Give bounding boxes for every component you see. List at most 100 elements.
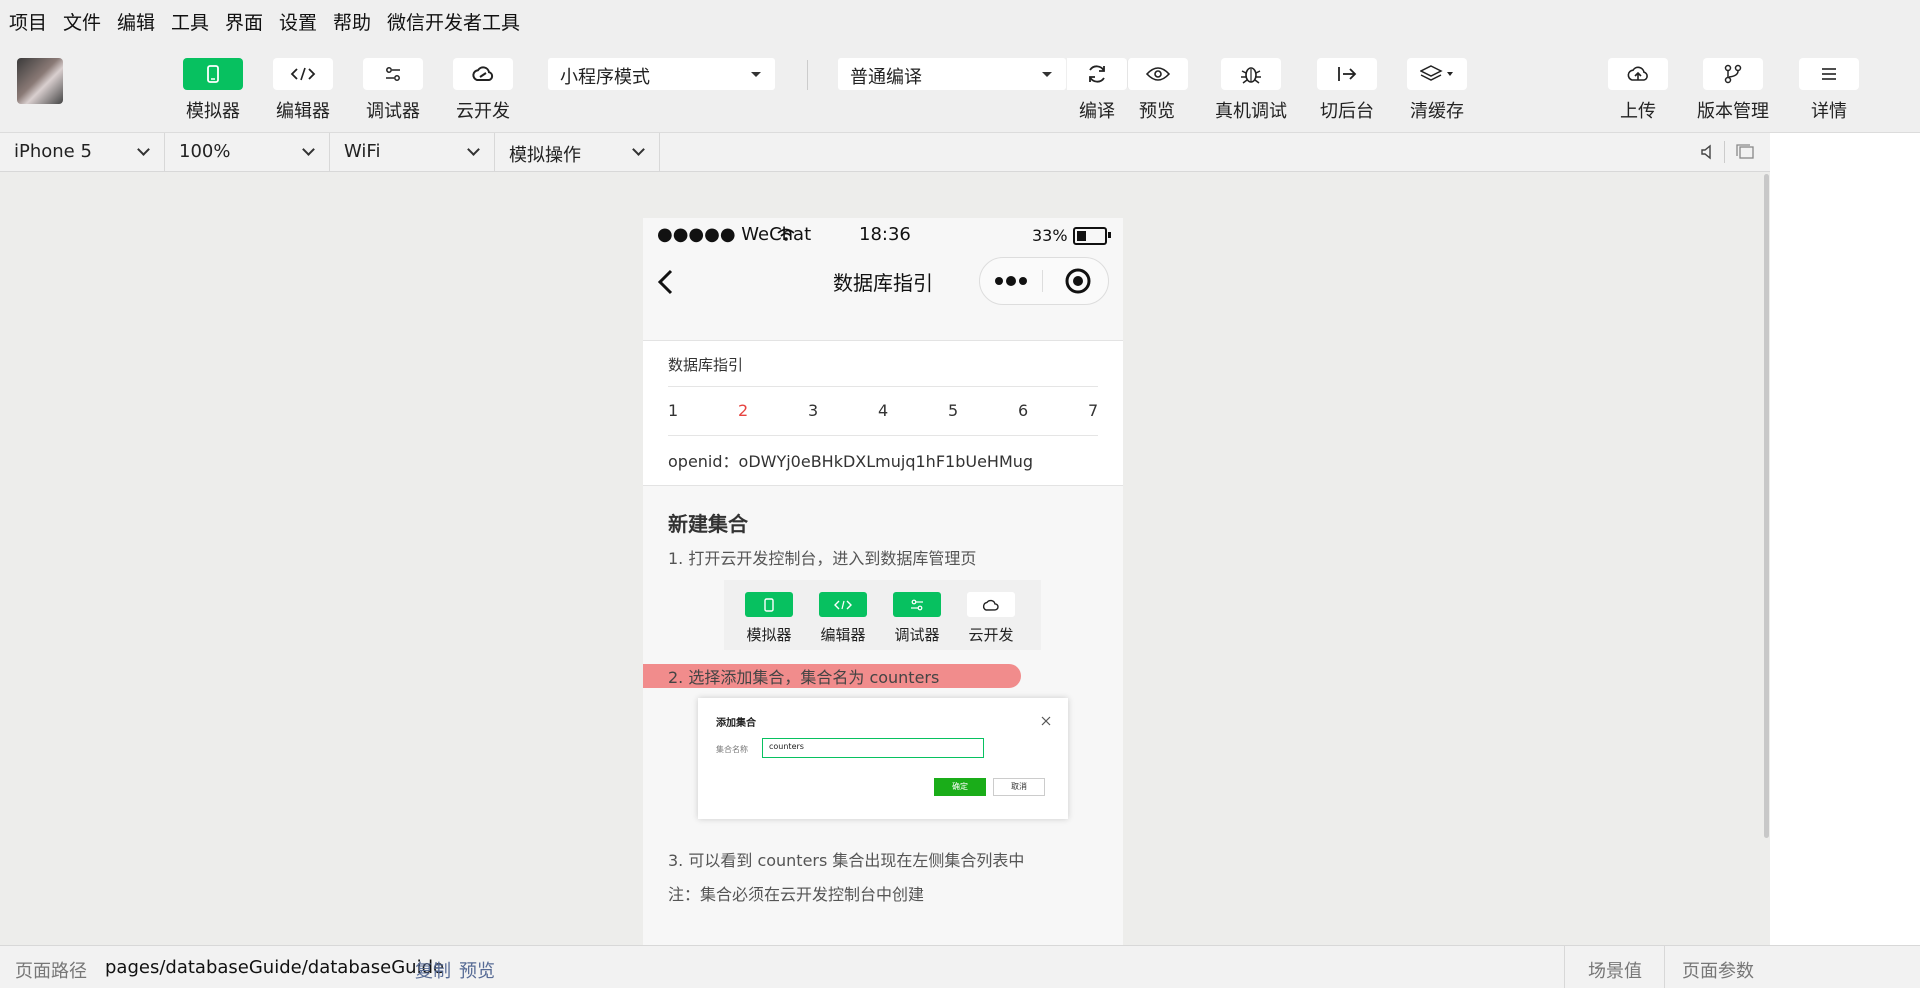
toolbar: 模拟器 编辑器 调试器 云开发 小程序模式 普通编译 编译 预览 真机调试 切后… [0, 40, 1920, 133]
mini-debugger-button [893, 592, 941, 617]
more-dots-icon[interactable] [994, 275, 1028, 287]
editor-button[interactable] [273, 58, 333, 90]
cloud-icon [472, 66, 494, 81]
step-1[interactable]: 1 [668, 401, 678, 420]
section-title: 新建集合 [668, 512, 748, 536]
step-text-2: 2. 选择添加集合，集合名为 counters [668, 668, 940, 687]
menu-view[interactable]: 界面 [225, 8, 263, 35]
battery-text: 33% [1032, 226, 1068, 245]
card-divider [668, 435, 1098, 436]
device-select-value: iPhone 5 [14, 141, 92, 162]
compile-select-value: 普通编译 [850, 67, 922, 88]
phone-icon [764, 597, 774, 612]
menu-tools[interactable]: 工具 [171, 8, 209, 35]
right-panel [1770, 133, 1920, 945]
eye-icon [1146, 67, 1170, 81]
capsule-menu [979, 257, 1109, 305]
upload-button[interactable] [1608, 58, 1668, 90]
step-6[interactable]: 6 [1018, 401, 1028, 420]
toolbar-divider [807, 60, 808, 90]
background-button[interactable] [1317, 58, 1377, 90]
zoom-select-value: 100% [179, 141, 231, 162]
bug-icon [1241, 67, 1261, 84]
dialog-ok-button: 确定 [934, 778, 986, 796]
step-4[interactable]: 4 [878, 401, 888, 420]
statusbar-divider [1564, 946, 1565, 988]
dialog-title: 添加集合 [716, 718, 756, 729]
menu-bar: 项目 文件 编辑 工具 界面 设置 帮助 微信开发者工具 [0, 0, 1920, 40]
mode-select[interactable]: 小程序模式 [548, 58, 775, 90]
copy-link[interactable]: 复制 [415, 957, 451, 983]
menu-settings[interactable]: 设置 [279, 8, 317, 35]
scrollbar[interactable] [1764, 174, 1769, 838]
debugger-icon [386, 67, 400, 81]
cloud-icon [982, 599, 999, 611]
device-bar: iPhone 5 100% WiFi 模拟操作 [0, 133, 1770, 172]
menu-icon [1822, 68, 1836, 80]
card-title: 数据库指引 [668, 356, 744, 374]
openid-text: openid：oDWYj0eBHkDXLmujq1hF1bUeHMug [668, 452, 1034, 471]
compile-button[interactable] [1067, 58, 1127, 90]
menu-wechat-devtools[interactable]: 微信开发者工具 [387, 8, 520, 35]
clear-cache-label: 清缓存 [1410, 101, 1464, 122]
step-3[interactable]: 3 [808, 401, 818, 420]
chevron-down-icon [137, 143, 150, 156]
step-2-active[interactable]: 2 [738, 401, 748, 420]
menu-file[interactable]: 文件 [63, 8, 101, 35]
code-icon [290, 67, 316, 81]
cloud-upload-icon [1627, 66, 1648, 81]
step-5[interactable]: 5 [948, 401, 958, 420]
menu-edit[interactable]: 编辑 [117, 8, 155, 35]
remote-debug-button[interactable] [1221, 58, 1281, 90]
details-button[interactable] [1799, 58, 1859, 90]
step-7[interactable]: 7 [1088, 401, 1098, 420]
capsule-divider [1042, 270, 1043, 292]
caret-down-icon [1042, 72, 1052, 77]
dialog-input-value: counters [769, 742, 804, 751]
page-path: pages/databaseGuide/databaseGuide [105, 957, 445, 978]
dialog-cancel-button: 取消 [993, 778, 1045, 796]
status-bar: 页面路径 pages/databaseGuide/databaseGuide 复… [0, 945, 1920, 988]
dialog-input: counters [762, 738, 984, 758]
menu-project[interactable]: 项目 [9, 8, 47, 35]
phone-screen: ●●●●● WeChat 18:36 33% 数据库指引 数据库指引 1 2 3… [643, 218, 1123, 945]
code-icon [834, 600, 852, 609]
mini-simulator-label: 模拟器 [746, 626, 792, 644]
compile-select[interactable]: 普通编译 [838, 58, 1066, 90]
clock-text: 18:36 [859, 224, 911, 245]
chevron-down-icon [632, 143, 645, 156]
network-select[interactable]: WiFi [330, 133, 495, 171]
card-divider [668, 386, 1098, 387]
version-button[interactable] [1703, 58, 1763, 90]
preview-link[interactable]: 预览 [459, 957, 495, 983]
note-text: 注：集合必须在云开发控制台中创建 [668, 885, 925, 904]
network-select-value: WiFi [344, 141, 381, 162]
branch-icon [1724, 64, 1742, 84]
avatar[interactable] [17, 58, 63, 104]
debugger-button[interactable] [363, 58, 423, 90]
preview-button[interactable] [1127, 58, 1188, 90]
mini-debugger-label: 调试器 [894, 626, 940, 644]
battery-icon [1073, 227, 1111, 245]
scene-value-button[interactable]: 场景值 [1588, 957, 1642, 983]
debugger-icon [911, 599, 923, 610]
cloud-dev-button[interactable] [453, 58, 513, 90]
layers-icon [1420, 65, 1453, 81]
window-icon[interactable] [1735, 144, 1755, 160]
simulator-button[interactable] [183, 58, 243, 90]
cloud-dev-label: 云开发 [456, 101, 510, 122]
close-target-icon[interactable] [1064, 267, 1092, 295]
device-select[interactable]: iPhone 5 [0, 133, 165, 171]
chevron-down-icon [467, 143, 480, 156]
mini-editor-label: 编辑器 [820, 626, 866, 644]
zoom-select[interactable]: 100% [165, 133, 330, 171]
operation-select[interactable]: 模拟操作 [495, 133, 660, 171]
details-label: 详情 [1811, 101, 1847, 122]
clear-cache-button[interactable] [1407, 58, 1467, 90]
dialog-field-label: 集合名称 [716, 745, 748, 754]
caret-down-icon [751, 72, 761, 77]
page-params-button[interactable]: 页面参数 [1682, 957, 1754, 983]
phone-icon [207, 65, 219, 83]
speaker-icon[interactable] [1700, 144, 1716, 160]
menu-help[interactable]: 帮助 [333, 8, 371, 35]
